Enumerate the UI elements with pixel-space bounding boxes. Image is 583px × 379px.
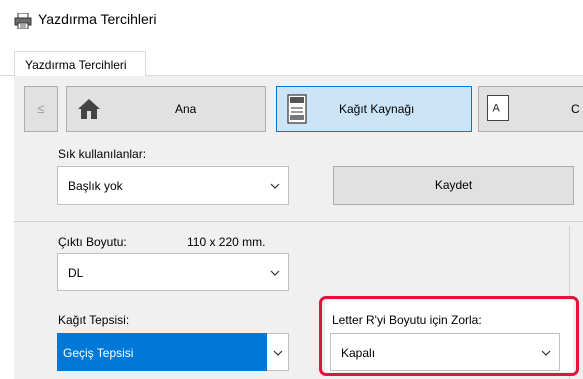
tab-label: Yazdırma Tercihleri	[25, 58, 127, 72]
paper-source-button[interactable]: Kağıt Kaynağı	[276, 86, 472, 132]
section-divider	[14, 221, 583, 222]
page-layout-icon: A	[487, 95, 509, 121]
home-icon	[78, 99, 100, 119]
output-size-dimensions: 110 x 220 mm.	[187, 235, 266, 249]
paper-tray-label: Kağıt Tepsisi:	[58, 313, 130, 327]
tab-print-preferences[interactable]: Yazdırma Tercihleri	[14, 51, 146, 77]
save-favorites-button[interactable]: Kaydet	[333, 166, 574, 205]
home-button[interactable]: Ana	[66, 86, 266, 132]
svg-text:A: A	[493, 103, 501, 115]
output-button[interactable]: A C	[478, 86, 583, 132]
favorites-label: Sık kullanılanlar:	[58, 147, 147, 161]
favorites-select[interactable]: Başlık yok	[57, 166, 289, 205]
save-label: Kaydet	[434, 178, 473, 192]
paper-tray-icon	[287, 94, 307, 124]
title-bar: Yazdırma Tercihleri	[0, 0, 583, 40]
paper-source-label: Kağıt Kaynağı	[339, 102, 415, 116]
paper-tray-dropdown-button[interactable]	[267, 333, 289, 371]
chevron-down-icon	[273, 350, 283, 356]
chevron-down-icon	[270, 183, 280, 189]
home-label: Ana	[175, 102, 197, 116]
output-size-select[interactable]: DL	[57, 253, 289, 291]
output-label: C	[571, 102, 580, 116]
paper-tray-value: Geçiş Tepsisi	[63, 346, 134, 360]
chevron-down-icon	[270, 270, 280, 276]
prev-label: ≤	[37, 101, 45, 116]
output-size-label: Çıktı Boyutu:	[58, 235, 127, 249]
window-title: Yazdırma Tercihleri	[38, 11, 157, 27]
favorites-value: Başlık yok	[68, 179, 123, 193]
output-size-value: DL	[68, 266, 84, 280]
printer-icon	[14, 13, 32, 29]
highlight-frame	[319, 296, 579, 376]
paper-tray-select[interactable]: Geçiş Tepsisi	[57, 333, 267, 371]
prev-page-button[interactable]: ≤	[24, 86, 58, 132]
